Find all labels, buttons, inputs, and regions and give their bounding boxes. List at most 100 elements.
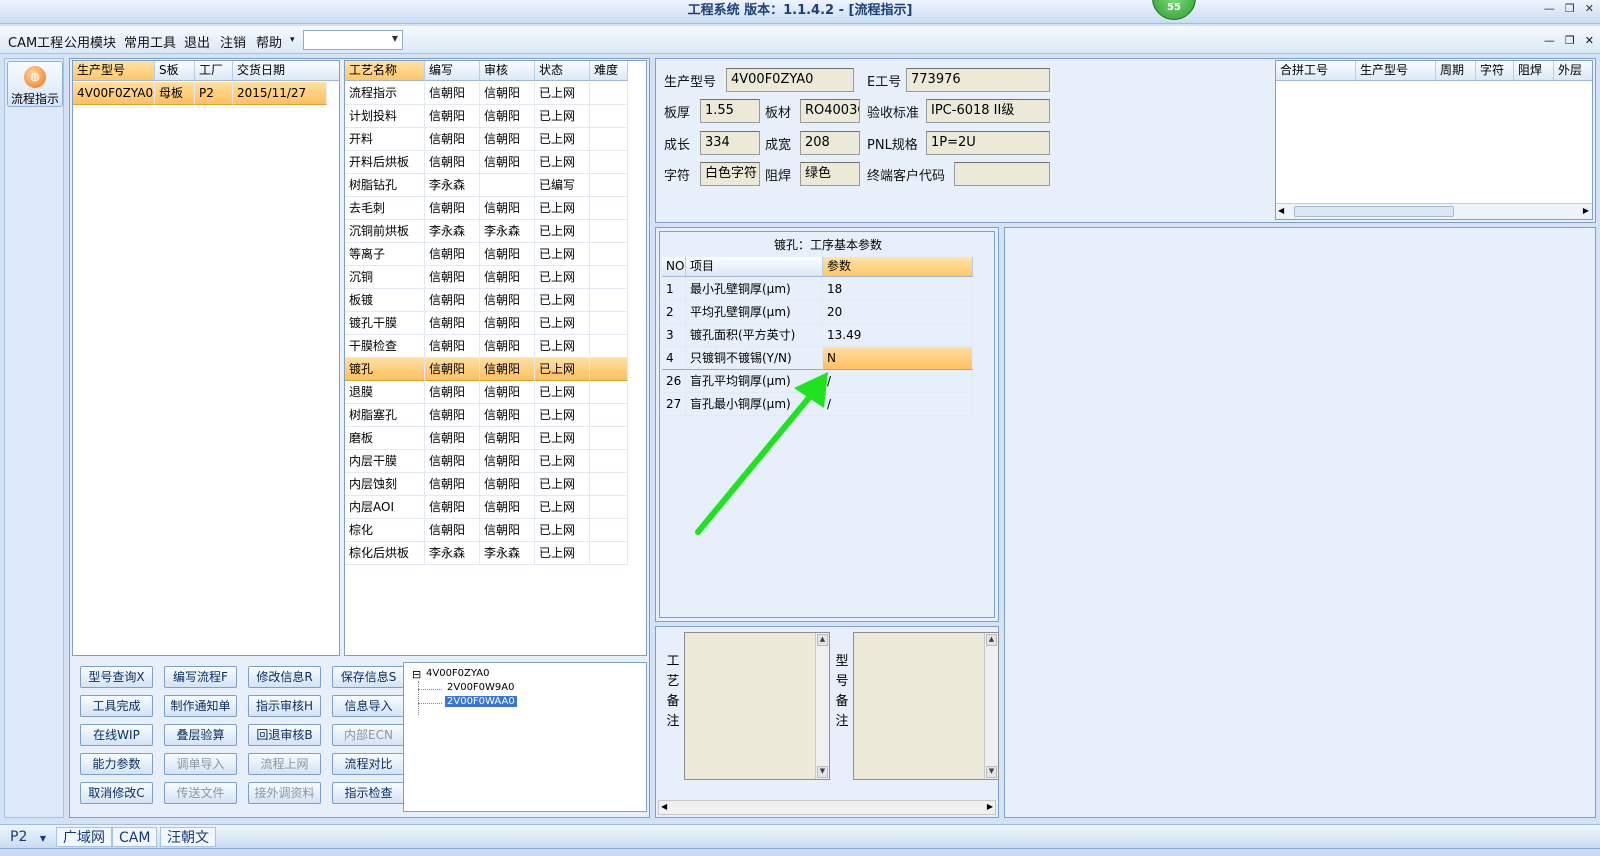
table-row[interactable]: 4V00F0ZYA0 母板 P2 2015/11/27 (73, 82, 339, 105)
scroll-up-icon[interactable]: ▲ (986, 634, 997, 646)
action-button[interactable]: 指示检查 (332, 782, 405, 804)
table-row[interactable]: 2 平均孔壁铜厚(μm) 20 (662, 301, 973, 324)
table-row[interactable]: 流程指示 信朝阳 信朝阳 已上网 (345, 82, 628, 105)
scroll-up-icon[interactable]: ▲ (817, 634, 828, 646)
toolbar-combo[interactable]: ▼ (303, 30, 403, 50)
scroll-right-icon[interactable]: ▶ (1583, 206, 1589, 215)
tree-node-selected[interactable]: 2V00F0WAA0 (445, 696, 517, 707)
table-row[interactable]: 内层AOI 信朝阳 信朝阳 已上网 (345, 496, 628, 519)
action-button[interactable]: 流程对比 (332, 753, 405, 775)
menu-common-modules[interactable]: 公用模块 (64, 32, 116, 51)
action-button[interactable]: 信息导入 (332, 695, 405, 717)
table-row[interactable]: 开料后烘板 信朝阳 信朝阳 已上网 (345, 151, 628, 174)
table-row[interactable]: 1 最小孔壁铜厚(μm) 18 (662, 278, 973, 301)
col-header[interactable]: 参数 (823, 257, 973, 277)
col-header[interactable]: 项目 (686, 257, 823, 277)
table-row[interactable]: 树脂塞孔 信朝阳 信朝阳 已上网 (345, 404, 628, 427)
col-header[interactable]: 工厂 (195, 61, 233, 81)
nav-process-button[interactable]: ◍ 流程指示 (7, 61, 63, 107)
chevron-down-icon[interactable]: ▼ (392, 34, 398, 43)
status-network[interactable]: 广域网 (56, 827, 112, 847)
table-row[interactable]: 退膜 信朝阳 信朝阳 已上网 (345, 381, 628, 404)
col-header[interactable]: 审核 (480, 61, 535, 81)
col-header[interactable]: NO (662, 257, 686, 277)
field-value[interactable]: IPC-6018 II级 (926, 99, 1050, 123)
action-button[interactable]: 工具完成 (80, 695, 153, 717)
action-button[interactable]: 型号查询X (80, 666, 153, 688)
action-button[interactable]: 制作通知单 (164, 695, 237, 717)
restore-icon[interactable]: ❐ (1565, 2, 1575, 15)
col-header[interactable]: 生产型号 (73, 61, 155, 81)
scroll-down-icon[interactable]: ▼ (817, 766, 828, 778)
action-button[interactable]: 流程上网 (248, 753, 321, 775)
scroll-left-icon[interactable]: ◀ (1278, 206, 1284, 215)
action-button[interactable]: 保存信息S (332, 666, 405, 688)
col-header[interactable]: S板 (155, 61, 195, 81)
minimize-icon[interactable]: — (1544, 34, 1555, 47)
field-value[interactable]: RO4003C (800, 99, 860, 123)
close-icon[interactable]: ✕ (1585, 34, 1594, 47)
field-value[interactable]: 白色字符 (700, 162, 760, 186)
col-header[interactable]: 外层 (1554, 61, 1592, 81)
field-value[interactable]: 773976 (906, 68, 1050, 92)
close-icon[interactable]: ✕ (1585, 2, 1594, 15)
action-button[interactable]: 传送文件 (164, 782, 237, 804)
model-notes-textarea[interactable]: ▲ ▼ (853, 632, 999, 780)
table-row[interactable]: 计划投料 信朝阳 信朝阳 已上网 (345, 105, 628, 128)
action-button[interactable]: 在线WIP (80, 724, 153, 746)
horizontal-scrollbar[interactable]: ◀ ▶ (1276, 203, 1592, 219)
menu-exit[interactable]: 退出 (184, 32, 210, 51)
scroll-down-icon[interactable]: ▼ (986, 766, 997, 778)
horizontal-scrollbar[interactable]: ◀ ▶ (658, 800, 996, 815)
action-button[interactable]: 修改信息R (248, 666, 321, 688)
status-cam[interactable]: CAM (112, 827, 158, 847)
col-header[interactable]: 字符 (1476, 61, 1514, 81)
scroll-left-icon[interactable]: ◀ (661, 802, 667, 811)
table-row[interactable]: 内层蚀刻 信朝阳 信朝阳 已上网 (345, 473, 628, 496)
chevron-down-icon[interactable]: ▾ (290, 35, 295, 45)
col-header[interactable]: 交货日期 (233, 61, 339, 81)
field-value[interactable]: 1.55 (700, 99, 760, 123)
vertical-scrollbar[interactable]: ▲ ▼ (984, 633, 998, 779)
table-row[interactable]: 沉铜 信朝阳 信朝阳 已上网 (345, 266, 628, 289)
table-row[interactable]: 沉铜前烘板 李永森 李永森 已上网 (345, 220, 628, 243)
table-row[interactable]: 镀孔干膜 信朝阳 信朝阳 已上网 (345, 312, 628, 335)
menu-cam[interactable]: CAM工程 (8, 32, 63, 51)
col-header[interactable]: 周期 (1436, 61, 1476, 81)
minimize-icon[interactable]: — (1544, 2, 1555, 15)
field-value[interactable]: 1P=2U (926, 131, 1050, 155)
table-row[interactable]: 去毛刺 信朝阳 信朝阳 已上网 (345, 197, 628, 220)
action-button[interactable]: 调单导入 (164, 753, 237, 775)
field-value[interactable]: 334 (700, 131, 760, 155)
field-value[interactable] (954, 162, 1050, 186)
field-value[interactable]: 4V00F0ZYA0 (726, 68, 854, 92)
table-row[interactable]: 树脂钻孔 李永森 已编写 (345, 174, 628, 197)
chevron-down-icon[interactable]: ▼ (40, 834, 46, 843)
table-row[interactable]: 等离子 信朝阳 信朝阳 已上网 (345, 243, 628, 266)
col-header[interactable]: 编写 (425, 61, 480, 81)
col-header[interactable]: 难度 (590, 61, 628, 81)
action-button[interactable]: 叠层验算 (164, 724, 237, 746)
col-header[interactable]: 生产型号 (1356, 61, 1436, 81)
table-row[interactable]: 干膜检查 信朝阳 信朝阳 已上网 (345, 335, 628, 358)
col-header[interactable]: 工艺名称 (345, 61, 425, 81)
factory-combo[interactable]: P2 ▼ (4, 827, 52, 847)
col-header[interactable]: 状态 (535, 61, 590, 81)
table-row[interactable]: 内层干膜 信朝阳 信朝阳 已上网 (345, 450, 628, 473)
table-row[interactable]: 板镀 信朝阳 信朝阳 已上网 (345, 289, 628, 312)
menu-logout[interactable]: 注销 (220, 32, 246, 51)
scroll-right-icon[interactable]: ▶ (987, 802, 993, 811)
table-row[interactable]: 磨板 信朝阳 信朝阳 已上网 (345, 427, 628, 450)
menu-common-tools[interactable]: 常用工具 (124, 32, 176, 51)
table-row[interactable]: 开料 信朝阳 信朝阳 已上网 (345, 128, 628, 151)
action-button[interactable]: 取消修改C (80, 782, 153, 804)
table-row[interactable]: 棕化后烘板 李永森 李永森 已上网 (345, 542, 628, 565)
tree-root[interactable]: 4V00F0ZYA0 (426, 668, 489, 679)
col-header[interactable]: 阻焊 (1514, 61, 1554, 81)
process-notes-textarea[interactable]: ▲ ▼ (684, 632, 830, 780)
action-button[interactable]: 内部ECN (332, 724, 405, 746)
action-button[interactable]: 编写流程F (164, 666, 237, 688)
action-button[interactable]: 接外调资料 (248, 782, 321, 804)
tree-toggle-icon[interactable]: ⊟ (412, 668, 421, 681)
action-button[interactable]: 回退审核B (248, 724, 321, 746)
